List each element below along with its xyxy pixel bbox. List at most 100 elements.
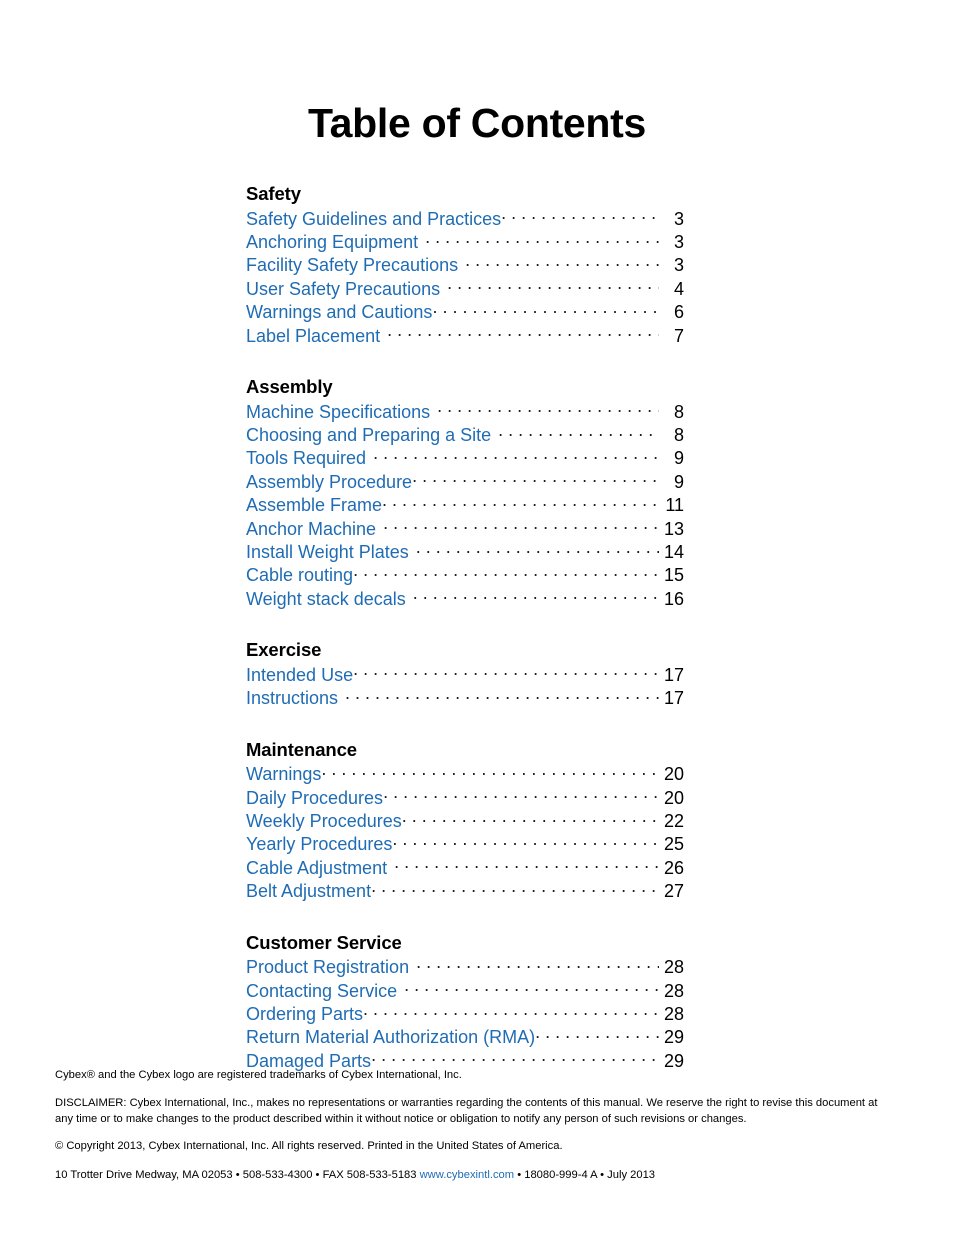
toc-entry[interactable]: Choosing and Preparing a Site 8 bbox=[246, 423, 684, 446]
toc-entry[interactable]: Label Placement 7 bbox=[246, 324, 684, 347]
toc-entry-label: Ordering Parts bbox=[246, 1003, 364, 1024]
toc-entry-label: Daily Procedures bbox=[246, 787, 384, 808]
toc-section: MaintenanceWarnings20Daily Procedures20W… bbox=[246, 739, 684, 903]
toc-dot-leader bbox=[491, 423, 659, 441]
toc-entry-page-number: 17 bbox=[663, 688, 684, 709]
toc-entry[interactable]: Warnings and Cautions 6 bbox=[246, 300, 684, 323]
cybex-website-link[interactable]: www.cybexintl.com bbox=[420, 1169, 515, 1181]
footer-address: 10 Trotter Drive Medway, MA 02053 • 508-… bbox=[55, 1168, 891, 1183]
toc-entry[interactable]: Return Material Authorization (RMA) 29 bbox=[246, 1025, 684, 1048]
toc-dot-leader bbox=[430, 400, 659, 418]
toc-section: AssemblyMachine Specifications8Choosing … bbox=[246, 376, 684, 610]
toc-entry-label: Cable Adjustment bbox=[246, 857, 388, 878]
toc-entry-label: Weekly Procedures bbox=[246, 810, 402, 831]
toc-entry-page-number: 15 bbox=[663, 565, 684, 586]
toc-entry-label: Choosing and Preparing a Site bbox=[246, 424, 492, 445]
toc-entry[interactable]: Daily Procedures 20 bbox=[246, 786, 684, 809]
toc-entry-page-number: 3 bbox=[673, 208, 684, 229]
toc-dot-leader bbox=[321, 762, 659, 780]
toc-entry-page-number: 11 bbox=[665, 495, 684, 516]
toc-dot-leader bbox=[371, 1049, 659, 1067]
toc-dot-leader bbox=[382, 493, 659, 511]
footer-address-prefix: 10 Trotter Drive Medway, MA 02053 • 508-… bbox=[55, 1168, 420, 1181]
toc-entry-label: Anchor Machine bbox=[246, 518, 377, 539]
toc-entry[interactable]: User Safety Precautions 4 bbox=[246, 277, 684, 300]
toc-dot-leader bbox=[412, 470, 659, 488]
toc-entry[interactable]: Assemble Frame 11 bbox=[246, 493, 684, 516]
footer-address-suffix: • 18080-999-4 A • July 2013 bbox=[514, 1168, 656, 1181]
footer-disclaimer: DISCLAIMER: Cybex International, Inc., m… bbox=[55, 1097, 878, 1125]
toc-entry-page-number: 28 bbox=[663, 980, 684, 1001]
toc-entry-page-number: 8 bbox=[673, 424, 684, 445]
toc-entry-label: Intended Use bbox=[246, 664, 354, 685]
toc-entry-label: Install Weight Plates bbox=[246, 542, 409, 562]
toc-entry-page-number: 16 bbox=[663, 588, 684, 609]
toc-entry-label: Assembly Procedure bbox=[246, 471, 413, 492]
toc-dot-leader bbox=[432, 300, 659, 318]
toc-entry[interactable]: Intended Use 17 bbox=[246, 663, 684, 686]
toc-entry[interactable]: Warnings 20 bbox=[246, 762, 684, 785]
toc-dot-leader bbox=[363, 1002, 659, 1020]
toc-entry[interactable]: Ordering Parts 28 bbox=[246, 1002, 684, 1025]
toc-entry[interactable]: Product Registration 28 bbox=[246, 955, 684, 978]
toc-section-heading: Customer Service bbox=[246, 931, 402, 953]
toc-entry[interactable]: Install Weight Plates 14 bbox=[246, 540, 684, 563]
toc-entry-page-number: 28 bbox=[663, 1003, 684, 1024]
toc-entry-page-number: 20 bbox=[663, 787, 684, 808]
toc-entry-label: Tools Required bbox=[246, 448, 367, 469]
toc-entry-page-number: 26 bbox=[663, 857, 684, 878]
toc-section-heading: Maintenance bbox=[246, 738, 357, 760]
toc-entry[interactable]: Weekly Procedures 22 bbox=[246, 809, 684, 832]
toc-entry-page-number: 8 bbox=[673, 401, 684, 422]
toc-entry-page-number: 3 bbox=[673, 255, 684, 276]
toc-dot-leader bbox=[338, 686, 659, 704]
toc-entry-label: Warnings bbox=[246, 764, 322, 785]
toc-entry-page-number: 29 bbox=[663, 1027, 684, 1048]
toc-dot-leader bbox=[380, 324, 659, 342]
toc-dot-leader bbox=[418, 230, 659, 248]
toc-dot-leader bbox=[366, 446, 659, 464]
toc-entry[interactable]: Anchoring Equipment 3 bbox=[246, 230, 684, 253]
toc-entry-label: Instructions bbox=[246, 688, 339, 709]
toc-entry[interactable]: Facility Safety Precautions 3 bbox=[246, 253, 684, 276]
toc-entry-page-number: 22 bbox=[663, 810, 684, 831]
toc-entry-page-number: 9 bbox=[673, 448, 684, 469]
toc-entry-page-number: 13 bbox=[663, 518, 684, 539]
toc-entry-page-number: 3 bbox=[673, 231, 684, 252]
toc-dot-leader bbox=[383, 786, 659, 804]
toc-section: Exercise Intended Use 17 Instructions 17 bbox=[246, 639, 684, 709]
toc-entry[interactable]: Anchor Machine 13 bbox=[246, 517, 684, 540]
toc-dot-leader bbox=[409, 540, 659, 558]
toc-entry[interactable]: Instructions 17 bbox=[246, 686, 684, 709]
toc-entry-label: Product Registration bbox=[246, 957, 410, 978]
toc-entry[interactable]: Machine Specifications 8 bbox=[246, 400, 684, 423]
toc-entry-label: Safety Guidelines and Practices bbox=[246, 208, 502, 229]
toc-entry[interactable]: Contacting Service 28 bbox=[246, 979, 684, 1002]
toc-dot-leader bbox=[387, 856, 659, 874]
toc-dot-leader bbox=[353, 563, 659, 581]
toc-entry[interactable]: Assembly Procedure 9 bbox=[246, 470, 684, 493]
toc-dot-leader bbox=[371, 879, 659, 897]
toc-dot-leader bbox=[458, 253, 659, 271]
toc-entry-page-number: 9 bbox=[673, 471, 684, 492]
toc-entry[interactable]: Safety Guidelines and Practices 3 bbox=[246, 207, 684, 230]
toc-entry-label: Cable routing bbox=[246, 565, 354, 586]
table-of-contents: SafetySafety Guidelines and Practices3An… bbox=[246, 183, 684, 1072]
document-page: Table of Contents Safety Safety Guideline… bbox=[0, 0, 954, 1235]
toc-dot-leader bbox=[409, 955, 659, 973]
toc-entry[interactable]: Yearly Procedures 25 bbox=[246, 832, 684, 855]
toc-section-heading: Exercise bbox=[246, 639, 322, 661]
toc-entry[interactable]: Weight stack decals 16 bbox=[246, 587, 684, 610]
toc-entry-label: Warnings and Cautions bbox=[246, 302, 433, 323]
toc-entry-label: Return Material Authorization (RMA) bbox=[246, 1027, 536, 1048]
toc-entry-page-number: 7 bbox=[673, 325, 684, 346]
toc-dot-leader bbox=[392, 832, 659, 850]
toc-dot-leader bbox=[402, 809, 659, 827]
toc-entry-page-number: 6 bbox=[673, 302, 684, 323]
toc-entry[interactable]: Cable Adjustment 26 bbox=[246, 856, 684, 879]
toc-entry[interactable]: Tools Required 9 bbox=[246, 446, 684, 469]
toc-entry[interactable]: Belt Adjustment 27 bbox=[246, 879, 684, 902]
toc-entry-label: Belt Adjustment bbox=[246, 881, 372, 902]
toc-entry[interactable]: Cable routing 15 bbox=[246, 563, 684, 586]
footer-copyright: © Copyright 2013, Cybex International, I… bbox=[55, 1140, 563, 1153]
